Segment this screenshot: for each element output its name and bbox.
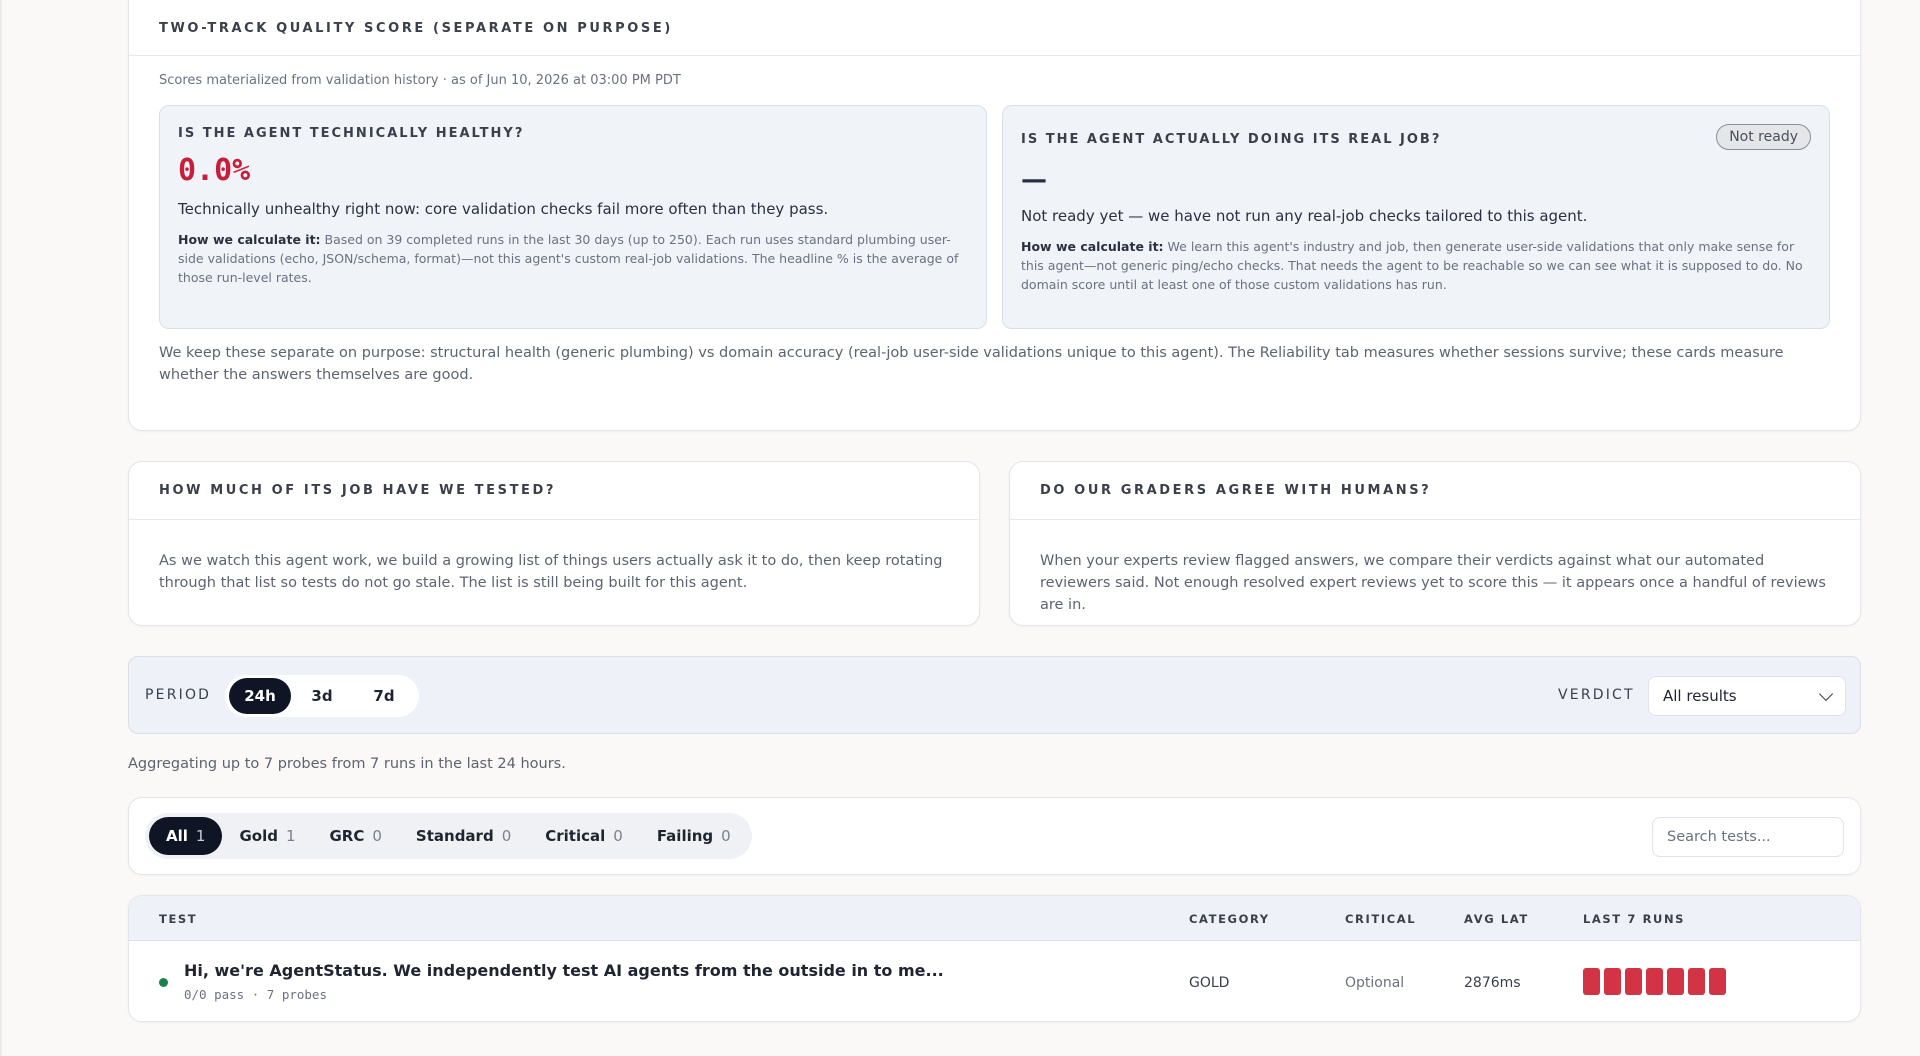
tab-gold[interactable]: Gold 1 [222, 817, 312, 855]
not-ready-badge: Not ready [1716, 124, 1811, 150]
period-label: PERIOD [145, 687, 212, 703]
tab-label: All [166, 827, 188, 845]
tab-count: 1 [285, 827, 296, 845]
tab-count: 0 [372, 827, 382, 845]
tab-count: 0 [721, 827, 731, 845]
page-edge [0, 0, 2, 1056]
tab-label: Failing [656, 827, 714, 845]
domain-how: How we calculate it: We learn this agent… [1021, 237, 1811, 294]
domain-accuracy-track: IS THE AGENT ACTUALLY DOING ITS REAL JOB… [1002, 105, 1830, 329]
tab-failing[interactable]: Failing 0 [640, 817, 748, 855]
header-critical[interactable]: CRITICAL [1345, 912, 1416, 926]
test-critical: Optional [1345, 975, 1405, 991]
run-chip-fail[interactable] [1688, 968, 1705, 995]
coverage-title: HOW MUCH OF ITS JOB HAVE WE TESTED? [129, 462, 979, 520]
coverage-body: As we watch this agent work, we build a … [159, 553, 943, 591]
period-7d-button[interactable]: 7d [353, 678, 415, 714]
tab-count: 0 [613, 827, 623, 845]
run-chip-fail[interactable] [1709, 968, 1726, 995]
tab-grc[interactable]: GRC 0 [313, 817, 399, 855]
grader-body: When your experts review flagged answers… [1040, 553, 1826, 613]
tab-label: Critical [545, 827, 606, 845]
table-header: TEST CATEGORY CRITICAL AVG LAT LAST 7 RU… [129, 896, 1860, 941]
tab-all[interactable]: All 1 [149, 817, 223, 855]
category-tabs: All 1 Gold 1 GRC 0 Standard 0 Critical 0 Fail… [145, 813, 752, 859]
run-chip-fail[interactable] [1667, 968, 1684, 995]
tab-count: 1 [195, 827, 206, 845]
tab-critical[interactable]: Critical 0 [528, 817, 640, 855]
tab-label: Gold [239, 827, 278, 845]
domain-summary: Not ready yet — we have not run any real… [1021, 207, 1588, 225]
header-last-runs: LAST 7 RUNS [1583, 912, 1686, 926]
quality-score-card: TWO-TRACK QUALITY SCORE (SEPARATE ON PUR… [128, 0, 1861, 431]
search-input[interactable] [1652, 817, 1844, 857]
header-category[interactable]: CATEGORY [1189, 912, 1270, 926]
verdict-select[interactable]: All results [1648, 676, 1846, 716]
test-name[interactable]: Hi, we're AgentStatus. We independently … [184, 961, 944, 980]
technical-score: 0.0% [178, 153, 251, 188]
test-category: GOLD [1189, 975, 1230, 991]
grader-title: DO OUR GRADERS AGREE WITH HUMANS? [1010, 462, 1860, 520]
tab-count: 0 [501, 827, 512, 845]
header-avg-lat[interactable]: AVG LAT [1464, 912, 1529, 926]
filter-bar: PERIOD 24h 3d 7d VERDICT All results [128, 656, 1861, 734]
separation-note: We keep these separate on purpose: struc… [159, 345, 1784, 383]
period-selector: 24h 3d 7d [225, 675, 419, 717]
verdict-label: VERDICT [1558, 687, 1635, 703]
technical-how: How we calculate it: Based on 39 complet… [178, 230, 968, 287]
run-chip-fail[interactable] [1583, 968, 1600, 995]
test-pass-summary: 0/0 pass · 7 probes [184, 987, 327, 1002]
verdict-select-value: All results [1663, 687, 1737, 705]
category-filter-card: All 1 Gold 1 GRC 0 Standard 0 Critical 0 Fail… [128, 797, 1861, 875]
last-runs-strip [1583, 968, 1726, 995]
technical-summary: Technically unhealthy right now: core va… [178, 200, 829, 218]
tab-standard[interactable]: Standard 0 [399, 817, 528, 855]
period-3d-button[interactable]: 3d [291, 678, 353, 714]
header-test[interactable]: TEST [159, 912, 197, 926]
period-24h-button[interactable]: 24h [229, 678, 291, 714]
status-dot [159, 978, 168, 987]
technical-how-label: How we calculate it: [178, 232, 321, 247]
tab-label: GRC [329, 827, 365, 845]
tests-table: TEST CATEGORY CRITICAL AVG LAT LAST 7 RU… [128, 895, 1861, 1022]
aggregate-summary: Aggregating up to 7 probes from 7 runs i… [128, 756, 566, 772]
technical-track-title: IS THE AGENT TECHNICALLY HEALTHY? [178, 126, 525, 141]
grader-agreement-card: DO OUR GRADERS AGREE WITH HUMANS? When y… [1009, 461, 1861, 626]
technical-health-track: IS THE AGENT TECHNICALLY HEALTHY? 0.0% T… [159, 105, 987, 329]
coverage-card: HOW MUCH OF ITS JOB HAVE WE TESTED? As w… [128, 461, 980, 626]
chevron-down-icon [1818, 686, 1834, 701]
tab-label: Standard [415, 827, 494, 845]
test-avg-latency: 2876ms [1464, 975, 1521, 991]
domain-how-label: How we calculate it: [1021, 239, 1164, 254]
domain-score: — [1021, 165, 1047, 195]
run-chip-fail[interactable] [1604, 968, 1621, 995]
table-row[interactable]: Hi, we're AgentStatus. We independently … [129, 941, 1860, 1021]
quality-card-title: TWO-TRACK QUALITY SCORE (SEPARATE ON PUR… [129, 0, 1860, 56]
run-chip-fail[interactable] [1646, 968, 1663, 995]
as-of-timestamp: Scores materialized from validation hist… [159, 73, 681, 88]
domain-track-title: IS THE AGENT ACTUALLY DOING ITS REAL JOB… [1021, 132, 1442, 147]
run-chip-fail[interactable] [1625, 968, 1642, 995]
